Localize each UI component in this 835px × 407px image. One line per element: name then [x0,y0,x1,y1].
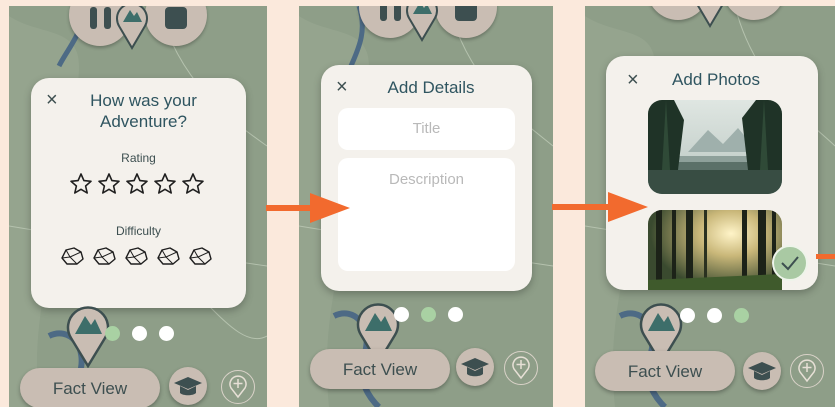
stop-icon [455,6,477,21]
rating-stars[interactable] [69,172,205,196]
close-button[interactable]: × [627,70,639,90]
add-location-button[interactable] [790,354,824,388]
learn-button[interactable] [456,348,494,386]
page-dot-1[interactable] [105,326,120,341]
fact-view-button[interactable]: Fact View [20,368,160,407]
mountain-pin-icon[interactable] [66,302,110,368]
page-indicator [394,307,463,322]
add-location-icon [229,375,247,399]
close-button[interactable]: × [336,77,348,97]
arrow-right-icon [816,254,835,259]
page-dot-1[interactable] [680,308,695,323]
dialog-title: Add Photos [672,70,760,89]
rock-icon[interactable] [91,245,117,267]
close-button[interactable]: × [46,90,58,110]
rating-dialog: × How was your Adventure? Rating Difficu… [31,78,246,308]
learn-button[interactable] [169,367,207,405]
difficulty-rocks[interactable] [59,245,213,267]
rock-icon[interactable] [59,245,85,267]
arrow-right-icon [552,192,648,222]
page-dot-3[interactable] [448,307,463,322]
star-icon[interactable] [97,172,121,196]
add-location-icon [798,359,816,383]
page-indicator [105,326,174,341]
add-location-button[interactable] [504,351,538,385]
learn-button[interactable] [743,352,781,390]
fact-view-button[interactable]: Fact View [595,351,735,391]
star-icon[interactable] [69,172,93,196]
rock-icon[interactable] [155,245,181,267]
mountain-pin-icon[interactable] [405,6,439,42]
rating-label: Rating [121,151,156,165]
page-dot-3[interactable] [734,308,749,323]
stop-icon [165,7,187,29]
dialog-title: Add Details [387,78,475,97]
arrow-right-icon [266,193,350,223]
rock-icon[interactable] [123,245,149,267]
pause-icon [90,7,111,29]
forest-lake-photo[interactable] [648,100,782,194]
star-icon[interactable] [181,172,205,196]
difficulty-label: Difficulty [115,224,162,238]
dialog-title: How was your Adventure? [90,91,197,131]
graduation-cap-icon [174,377,202,396]
page-dot-2[interactable] [707,308,722,323]
mountain-pin-icon[interactable] [693,6,727,28]
rock-icon[interactable] [187,245,213,267]
page-dot-1[interactable] [394,307,409,322]
select-photo-check[interactable] [772,245,808,281]
page-dot-2[interactable] [132,326,147,341]
graduation-cap-icon [748,362,776,381]
add-location-button[interactable] [221,370,255,404]
graduation-cap-icon [461,358,489,377]
add-location-icon [512,356,530,380]
details-dialog: × Add Details Title Description [321,65,532,291]
screen-rating: × How was your Adventure? Rating Difficu… [9,6,267,407]
forest-sunlight-photo[interactable] [648,210,782,290]
page-dot-2[interactable] [421,307,436,322]
page-indicator [680,308,749,323]
mountain-pin-icon[interactable] [115,6,149,50]
star-icon[interactable] [125,172,149,196]
fact-view-button[interactable]: Fact View [310,349,450,389]
check-icon [781,256,799,271]
pause-icon [380,6,401,21]
page-dot-3[interactable] [159,326,174,341]
description-input[interactable]: Description [338,158,515,271]
star-icon[interactable] [153,172,177,196]
title-input[interactable]: Title [338,108,515,150]
